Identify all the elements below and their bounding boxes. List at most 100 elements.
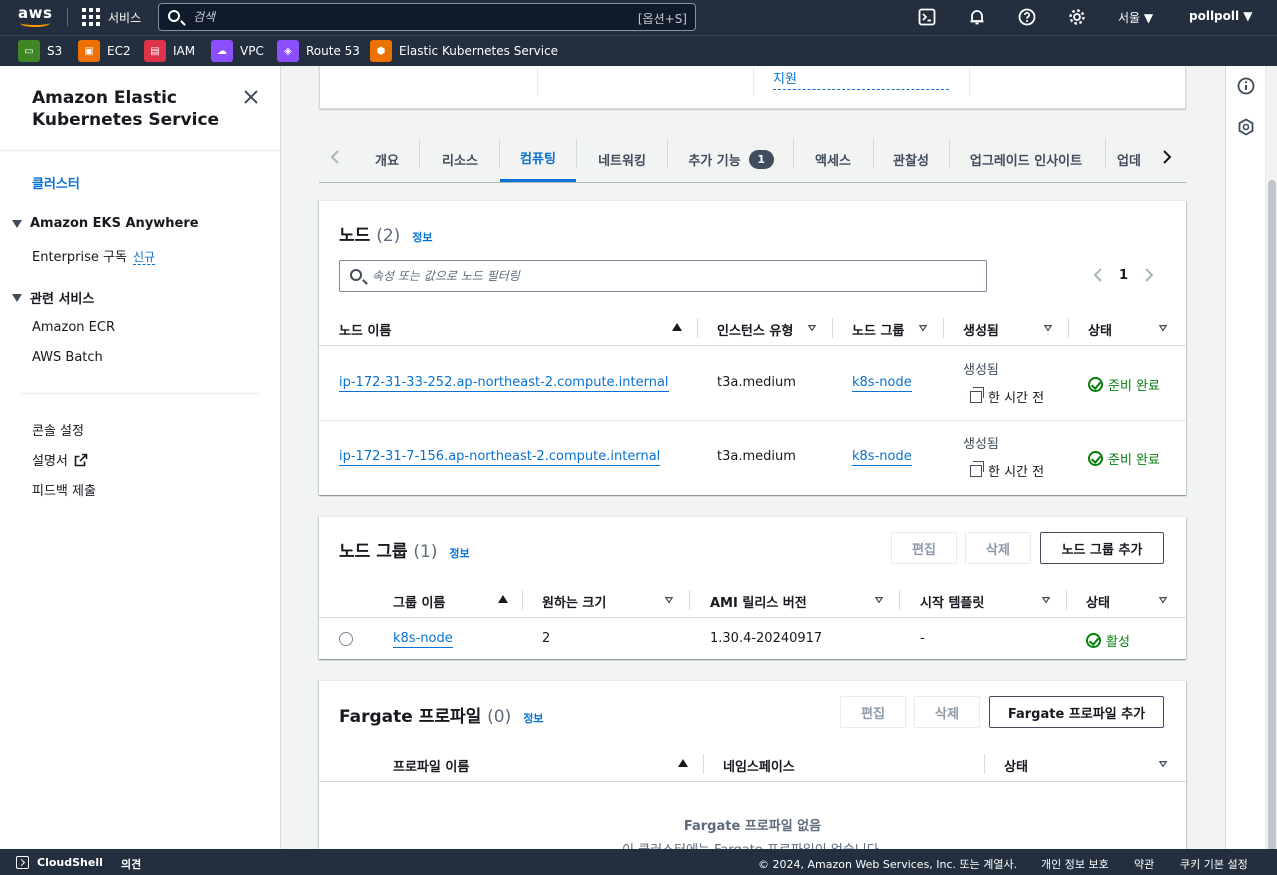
tab-networking[interactable]: 네트워킹 (583, 136, 661, 182)
column-header[interactable]: 상태 (1086, 592, 1110, 611)
column-header[interactable]: 노드 그룹 (852, 320, 904, 339)
search-input[interactable] (193, 8, 573, 26)
node-filter-input[interactable] (372, 268, 952, 284)
hexagon-icon[interactable] (1237, 118, 1255, 136)
row-select-radio[interactable] (339, 632, 353, 646)
feedback-link[interactable]: 의견 (121, 856, 141, 872)
info-link[interactable]: 정보 (412, 231, 432, 244)
edit-button[interactable]: 편집 (840, 696, 906, 728)
tab-upgrade-insights[interactable]: 업그레이드 인사이트 (961, 136, 1091, 182)
favorite-s3[interactable]: ▭ S3 (18, 40, 62, 62)
support-link[interactable]: 지원 (773, 68, 949, 90)
tab-addons[interactable]: 추가 기능 1 (679, 136, 783, 182)
column-header[interactable]: 상태 (1088, 320, 1112, 339)
account-menu[interactable]: pollpoll ▼ (1189, 9, 1253, 23)
sort-icon[interactable] (919, 324, 927, 332)
column-header[interactable]: 원하는 크기 (542, 592, 606, 611)
sort-icon[interactable] (1159, 324, 1167, 332)
cloudshell-icon[interactable] (16, 856, 29, 869)
sort-icon[interactable] (875, 596, 883, 604)
node-name-link[interactable]: ip-172-31-33-252.ap-northeast-2.compute.… (339, 375, 669, 392)
region-selector[interactable]: 서울 ▼ (1118, 9, 1153, 26)
tab-overview[interactable]: 개요 (365, 136, 409, 182)
scrollbar-thumb[interactable] (1268, 180, 1276, 856)
sort-icon[interactable] (1159, 760, 1167, 768)
node-name-link[interactable]: ip-172-31-7-156.ap-northeast-2.compute.i… (339, 449, 661, 466)
copy-icon[interactable] (970, 387, 984, 403)
chevron-right-icon[interactable] (1159, 149, 1175, 165)
column-header[interactable]: 네임스페이스 (723, 756, 795, 775)
gear-icon[interactable] (1068, 8, 1086, 26)
sort-ascending-icon[interactable] (498, 595, 508, 603)
sidebar-item-console-settings[interactable]: 콘솔 설정 (32, 420, 84, 439)
column-header[interactable]: 상태 (1004, 756, 1028, 775)
sort-icon[interactable] (1042, 596, 1050, 604)
sidebar-item-enterprise[interactable]: Enterprise 구독 신규 (32, 246, 156, 265)
column-header[interactable]: 인스턴스 유형 (717, 320, 793, 339)
info-circle-icon[interactable] (1237, 77, 1255, 95)
node-group-link[interactable]: k8s-node (393, 631, 453, 648)
column-header[interactable]: 노드 이름 (339, 320, 391, 339)
status-text: 활성 (1106, 635, 1130, 650)
column-header[interactable]: 그룹 이름 (393, 592, 445, 611)
favorite-route53[interactable]: ◈ Route 53 (277, 40, 360, 62)
column-header[interactable]: AMI 릴리스 버전 (710, 592, 807, 611)
info-link[interactable]: 정보 (449, 547, 469, 560)
sidebar-item-documentation[interactable]: 설명서 (32, 450, 88, 469)
column-header[interactable]: 프로파일 이름 (393, 756, 469, 775)
chevron-left-icon[interactable] (327, 149, 343, 165)
tab-observability[interactable]: 관찰성 (881, 136, 941, 182)
delete-button[interactable]: 삭제 (965, 532, 1031, 564)
delete-button[interactable]: 삭제 (914, 696, 980, 728)
tab-updates[interactable]: 업데 (1117, 136, 1153, 182)
check-circle-icon (1086, 633, 1101, 648)
add-fargate-profile-button[interactable]: Fargate 프로파일 추가 (989, 696, 1164, 728)
eks-icon: ⬢ (370, 40, 392, 62)
sidebar-item-feedback[interactable]: 피드백 제출 (32, 480, 96, 499)
page-number[interactable]: 1 (1119, 268, 1128, 283)
terms-link[interactable]: 약관 (1134, 856, 1154, 872)
info-link[interactable]: 정보 (523, 712, 543, 725)
page-scrollbar[interactable] (1265, 66, 1277, 856)
tab-access[interactable]: 액세스 (803, 136, 863, 182)
global-search[interactable]: [옵션+S] (158, 3, 696, 31)
node-filter[interactable] (339, 260, 987, 292)
favorite-iam[interactable]: ▤ IAM (144, 40, 195, 62)
sort-icon[interactable] (1044, 324, 1052, 332)
help-icon[interactable] (1018, 8, 1036, 26)
section-eks-anywhere[interactable]: Amazon EKS Anywhere (12, 216, 199, 231)
column-header[interactable]: 시작 템플릿 (920, 592, 984, 611)
sort-icon[interactable] (665, 596, 673, 604)
node-group-link[interactable]: k8s-node (852, 449, 912, 466)
favorite-ec2[interactable]: ▣ EC2 (78, 40, 131, 62)
sort-icon[interactable] (808, 324, 816, 332)
favorite-eks[interactable]: ⬢ Elastic Kubernetes Service (370, 40, 558, 62)
section-related-services[interactable]: 관련 서비스 (12, 288, 94, 307)
aws-logo[interactable]: aws (18, 4, 52, 29)
cloudshell-link[interactable]: CloudShell (37, 856, 103, 869)
sidebar-item-clusters[interactable]: 클러스터 (32, 173, 80, 192)
privacy-link[interactable]: 개인 정보 보호 (1041, 856, 1109, 872)
chevron-right-icon[interactable] (1144, 267, 1154, 283)
tab-resources[interactable]: 리소스 (430, 136, 490, 182)
services-menu-button[interactable]: 서비스 (82, 8, 141, 26)
cloudshell-icon[interactable] (918, 8, 936, 26)
add-node-group-button[interactable]: 노드 그룹 추가 (1040, 532, 1164, 564)
edit-button[interactable]: 편집 (891, 532, 957, 564)
favorite-vpc[interactable]: ☁ VPC (211, 40, 264, 62)
sort-ascending-icon[interactable] (678, 759, 688, 767)
node-group-link[interactable]: k8s-node (852, 375, 912, 392)
chevron-left-icon[interactable] (1093, 267, 1103, 283)
status-badge: 활성 (1086, 631, 1130, 650)
tab-compute[interactable]: 컴퓨팅 (500, 136, 576, 182)
sort-icon[interactable] (1159, 596, 1167, 604)
sidebar-item-batch[interactable]: AWS Batch (32, 350, 103, 365)
cookie-preferences-link[interactable]: 쿠키 기본 설정 (1180, 856, 1248, 872)
column-header[interactable]: 생성됨 (963, 320, 999, 339)
sort-ascending-icon[interactable] (672, 323, 682, 331)
sidebar-item-ecr[interactable]: Amazon ECR (32, 320, 115, 335)
copy-icon[interactable] (970, 461, 984, 477)
bell-icon[interactable] (968, 8, 986, 26)
close-icon[interactable] (242, 88, 260, 106)
column-divider (703, 754, 704, 774)
